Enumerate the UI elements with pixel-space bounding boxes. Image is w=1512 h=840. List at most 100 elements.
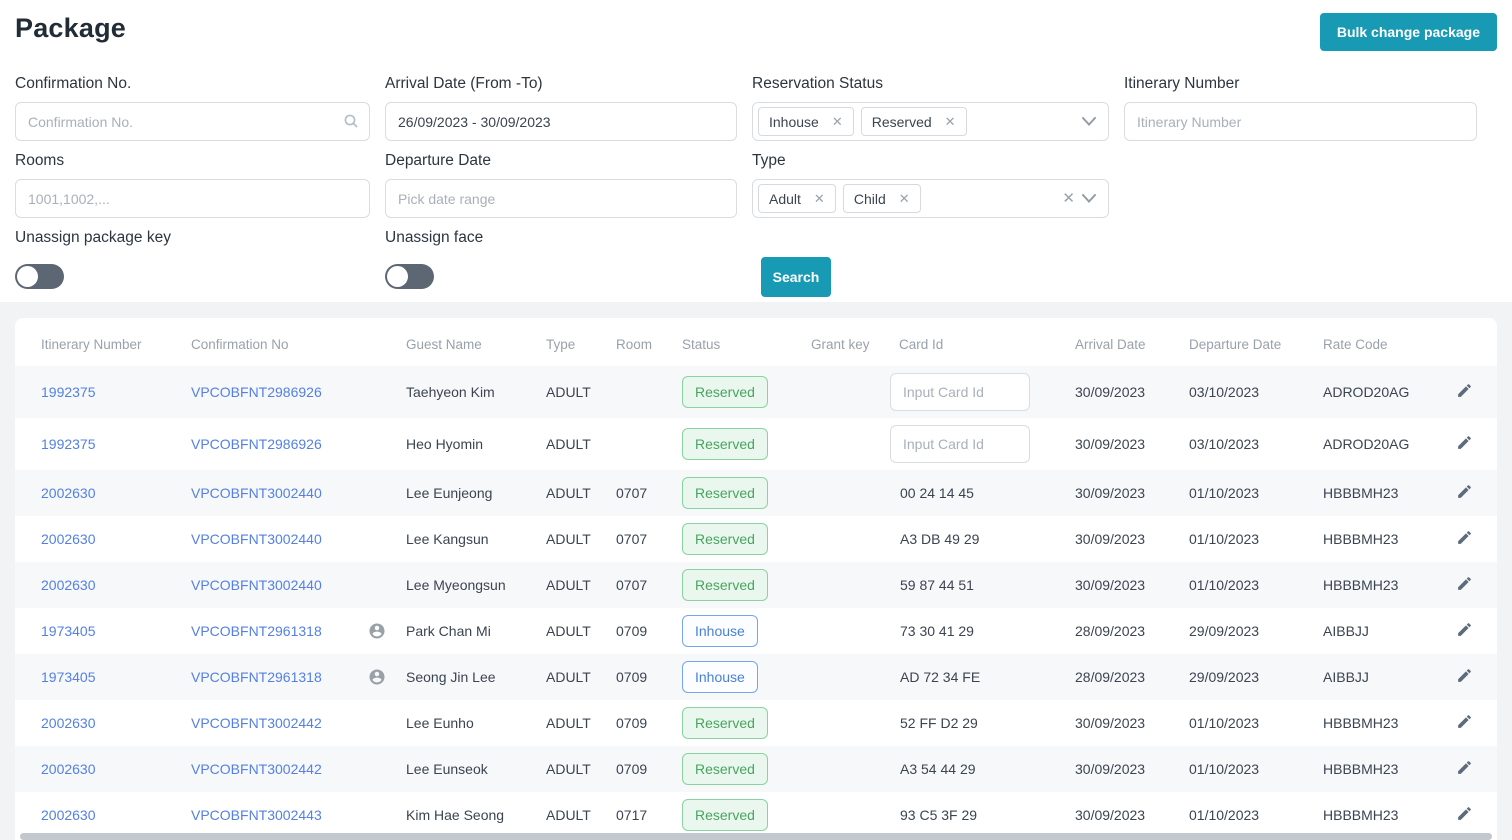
edit-button[interactable] xyxy=(1454,380,1475,404)
filter-departure-date: Departure Date xyxy=(385,152,737,218)
horizontal-scrollbar[interactable] xyxy=(20,833,1492,840)
rooms-input[interactable] xyxy=(15,179,370,218)
col-room: Room xyxy=(616,336,653,352)
itinerary-link[interactable]: 1973405 xyxy=(41,623,96,639)
itinerary-link[interactable]: 2002630 xyxy=(41,531,96,547)
search-button[interactable]: Search xyxy=(761,257,831,297)
arrival-date: 30/09/2023 xyxy=(1075,485,1146,501)
status-badge: Inhouse xyxy=(682,661,758,693)
guest-name: Lee Eunseok xyxy=(406,761,488,777)
unassign-face-toggle[interactable] xyxy=(385,264,434,289)
departure-date: 01/10/2023 xyxy=(1189,485,1260,501)
arrival-date: 30/09/2023 xyxy=(1075,761,1146,777)
card-id-cell xyxy=(890,373,1075,411)
rate-code: AIBBJJ xyxy=(1323,669,1369,685)
filter-panel: Package Bulk change package Confirmation… xyxy=(0,0,1512,302)
edit-button[interactable] xyxy=(1454,665,1475,689)
guest-type: ADULT xyxy=(546,485,591,501)
card-id-input[interactable] xyxy=(890,425,1030,463)
rate-code: AIBBJJ xyxy=(1323,623,1369,639)
rate-code: HBBBMH23 xyxy=(1323,531,1399,547)
room-number: 0709 xyxy=(616,761,648,777)
unassign-face-label: Unassign face xyxy=(385,229,484,246)
status-badge: Reserved xyxy=(682,569,768,601)
rate-code: HBBBMH23 xyxy=(1323,577,1399,593)
filter-itinerary-number: Itinerary Number xyxy=(1124,75,1477,141)
table-row: 1973405 VPCOBFNT2961318 Seong Jin Lee AD… xyxy=(15,654,1497,700)
status-badge: Reserved xyxy=(682,753,768,785)
remove-tag-icon[interactable]: ✕ xyxy=(814,192,825,205)
filter-confirmation-no: Confirmation No. xyxy=(15,75,370,141)
confirmation-link[interactable]: VPCOBFNT3002442 xyxy=(191,715,322,731)
col-type: Type xyxy=(546,336,576,352)
reservation-status-select[interactable]: Inhouse ✕ Reserved ✕ xyxy=(752,102,1109,141)
guest-name: Heo Hyomin xyxy=(406,436,484,452)
guest-type: ADULT xyxy=(546,761,591,777)
confirmation-link[interactable]: VPCOBFNT2961318 xyxy=(191,669,322,685)
arrival-date-input[interactable] xyxy=(385,102,737,141)
status-badge: Reserved xyxy=(682,428,768,460)
card-id-value: A3 DB 49 29 xyxy=(900,531,980,547)
type-label: Type xyxy=(752,152,786,169)
pencil-icon xyxy=(1458,623,1471,636)
confirmation-link[interactable]: VPCOBFNT3002440 xyxy=(191,485,322,501)
edit-button[interactable] xyxy=(1454,803,1475,827)
edit-button[interactable] xyxy=(1454,481,1475,505)
edit-button[interactable] xyxy=(1454,757,1475,781)
confirmation-link[interactable]: VPCOBFNT2986926 xyxy=(191,384,322,400)
itinerary-link[interactable]: 2002630 xyxy=(41,577,96,593)
confirmation-link[interactable]: VPCOBFNT2986926 xyxy=(191,436,322,452)
remove-tag-icon[interactable]: ✕ xyxy=(899,192,910,205)
chevron-down-icon[interactable] xyxy=(1082,113,1096,131)
card-id-input[interactable] xyxy=(890,373,1030,411)
remove-tag-icon[interactable]: ✕ xyxy=(832,115,843,128)
edit-button[interactable] xyxy=(1454,711,1475,735)
remove-tag-icon[interactable]: ✕ xyxy=(945,115,956,128)
rate-code: HBBBMH23 xyxy=(1323,485,1399,501)
guest-type: ADULT xyxy=(546,577,591,593)
guest-name: Kim Hae Seong xyxy=(406,807,505,823)
card-id-value: 59 87 44 51 xyxy=(900,577,974,593)
confirmation-link[interactable]: VPCOBFNT3002443 xyxy=(191,807,322,823)
room-number: 0717 xyxy=(616,807,648,823)
departure-date: 03/10/2023 xyxy=(1189,436,1260,452)
arrival-date: 30/09/2023 xyxy=(1075,436,1146,452)
card-id-cell: A3 DB 49 29 xyxy=(890,531,1075,547)
table-row: 2002630 VPCOBFNT3002440 Lee Kangsun ADUL… xyxy=(15,516,1497,562)
confirmation-link[interactable]: VPCOBFNT3002440 xyxy=(191,577,322,593)
chevron-down-icon[interactable] xyxy=(1082,190,1096,208)
itinerary-link[interactable]: 1992375 xyxy=(41,384,96,400)
itinerary-link[interactable]: 2002630 xyxy=(41,807,96,823)
guest-name: Park Chan Mi xyxy=(406,623,491,639)
itinerary-link[interactable]: 2002630 xyxy=(41,761,96,777)
face-assigned-icon xyxy=(368,668,386,686)
status-tag-reserved-label: Reserved xyxy=(871,113,932,130)
unassign-package-key-label: Unassign package key xyxy=(15,229,171,246)
itinerary-link[interactable]: 2002630 xyxy=(41,485,96,501)
confirmation-link[interactable]: VPCOBFNT2961318 xyxy=(191,623,322,639)
edit-button[interactable] xyxy=(1454,432,1475,456)
itinerary-link[interactable]: 1992375 xyxy=(41,436,96,452)
edit-button[interactable] xyxy=(1454,619,1475,643)
guest-name: Lee Kangsun xyxy=(406,531,489,547)
pencil-icon xyxy=(1458,715,1471,728)
confirmation-link[interactable]: VPCOBFNT3002442 xyxy=(191,761,322,777)
confirmation-link[interactable]: VPCOBFNT3002440 xyxy=(191,531,322,547)
pencil-icon xyxy=(1458,807,1471,820)
clear-select-icon[interactable]: ✕ xyxy=(1062,191,1075,206)
unassign-package-key-toggle[interactable] xyxy=(15,264,64,289)
guest-type: ADULT xyxy=(546,623,591,639)
search-icon xyxy=(343,113,359,134)
guest-type: ADULT xyxy=(546,669,591,685)
card-id-value: 73 30 41 29 xyxy=(900,623,974,639)
edit-button[interactable] xyxy=(1454,527,1475,551)
itinerary-link[interactable]: 2002630 xyxy=(41,715,96,731)
bulk-change-package-button[interactable]: Bulk change package xyxy=(1319,13,1497,51)
itinerary-link[interactable]: 1973405 xyxy=(41,669,96,685)
confirmation-no-input[interactable] xyxy=(15,102,370,141)
itinerary-number-input[interactable] xyxy=(1124,102,1477,141)
departure-date-input[interactable] xyxy=(385,179,737,218)
page-title: Package xyxy=(15,13,126,43)
type-select[interactable]: Adult ✕ Child ✕ ✕ xyxy=(752,179,1109,218)
edit-button[interactable] xyxy=(1454,573,1475,597)
